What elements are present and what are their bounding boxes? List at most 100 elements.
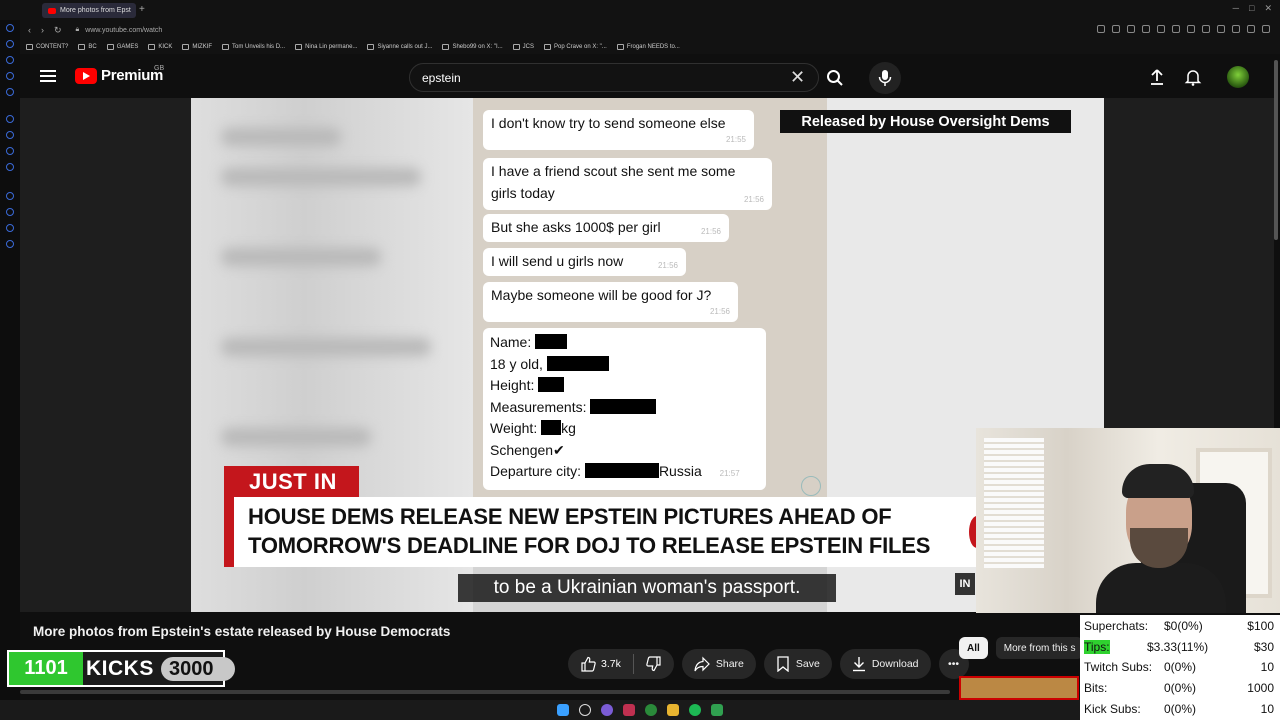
browser-app-icon[interactable] [623, 704, 635, 716]
extension-icon[interactable] [1172, 25, 1180, 33]
sidebar-app-icon[interactable] [6, 56, 14, 64]
sidebar-app-icon[interactable] [6, 131, 14, 139]
file-explorer-icon[interactable] [667, 704, 679, 716]
extension-icon[interactable] [1247, 25, 1255, 33]
extension-icon[interactable] [1217, 25, 1225, 33]
spotify-icon[interactable] [689, 704, 701, 716]
redaction-bar [538, 377, 565, 392]
extension-icon[interactable] [1127, 25, 1135, 33]
chat-bubble: But she asks 1000$ per girl 21:56 [483, 214, 729, 242]
bookmark-item[interactable]: BC [78, 44, 97, 50]
window-blinds [984, 438, 1044, 568]
sidebar-app-icon[interactable] [6, 115, 14, 123]
bookmark-item[interactable]: Frogan NEEDS to... [616, 44, 680, 50]
youtube-favicon-icon [616, 44, 624, 50]
sidebar-app-icon[interactable] [6, 24, 14, 32]
sidebar-app-icon[interactable] [6, 208, 14, 216]
video-player[interactable]: I don't know try to send someone else 21… [191, 98, 1104, 612]
download-button[interactable]: Download [839, 649, 931, 679]
youtube-premium-logo[interactable]: Premium GB [75, 65, 164, 84]
sidebar-app-icon[interactable] [6, 224, 14, 232]
bookmark-item[interactable]: CONTENT? [26, 44, 68, 50]
youtube-favicon-icon [48, 7, 56, 14]
site-favicon-icon [295, 44, 303, 50]
chat-bubble: I have a friend scout she sent me some g… [483, 158, 772, 210]
kicks-count: 1101 [9, 652, 83, 685]
zoom-icon[interactable] [1097, 25, 1105, 33]
browser-tab-bar: More photos from Epst + ─ □ ✕ [0, 0, 1280, 20]
extension-icon[interactable] [1157, 25, 1165, 33]
app-icon[interactable] [711, 704, 723, 716]
avatar[interactable] [1227, 66, 1249, 88]
back-icon[interactable]: ‹ [28, 25, 31, 36]
like-dislike-group: 3.7k [568, 649, 674, 679]
bookmark-item[interactable]: Pop Crave on X: "... [543, 44, 607, 50]
minimize-icon[interactable]: ─ [1233, 3, 1239, 14]
vertical-scrollbar[interactable] [1274, 60, 1278, 240]
new-tab-icon[interactable]: + [139, 4, 145, 15]
browser-sidebar [0, 20, 20, 720]
extension-icon[interactable] [1202, 25, 1210, 33]
search-button[interactable] [820, 63, 850, 92]
extension-icons [1097, 25, 1270, 33]
sidebar-app-icon[interactable] [6, 88, 14, 96]
bookmark-item[interactable]: Nina Lin permane... [295, 44, 357, 50]
site-favicon-icon [222, 44, 230, 50]
clear-search-icon[interactable]: ✕ [790, 67, 805, 87]
extension-icon[interactable] [1262, 25, 1270, 33]
window-controls: ─ □ ✕ [1233, 3, 1272, 14]
kicks-goal: 3000 [161, 657, 235, 681]
upload-icon[interactable] [1148, 68, 1166, 86]
recommended-thumbnail[interactable] [959, 676, 1079, 700]
folder-icon [106, 44, 114, 50]
app-icon[interactable] [601, 704, 613, 716]
chip-all[interactable]: All [959, 637, 988, 659]
sidebar-app-icon[interactable] [6, 240, 14, 248]
horizontal-scrollbar[interactable] [20, 690, 950, 694]
dislike-button[interactable] [634, 656, 674, 672]
sidebar-app-icon[interactable] [6, 147, 14, 155]
maximize-icon[interactable]: □ [1249, 3, 1254, 14]
profile-info-message: Name: 18 y old, Height: Measurements: We… [483, 328, 766, 490]
bookmark-item[interactable]: MIZKIF [182, 44, 212, 50]
sidebar-app-icon[interactable] [6, 72, 14, 80]
site-favicon-icon [367, 44, 375, 50]
menu-icon[interactable] [40, 70, 56, 82]
save-button[interactable]: Save [763, 649, 832, 679]
like-button[interactable]: 3.7k [568, 656, 633, 672]
address-bar: ‹ › ↻ 🔒︎ www.youtube.com/watch [20, 20, 1280, 40]
stat-row: Twitch Subs: 0(0%) 10 [1084, 660, 1274, 674]
bookmark-item[interactable]: Shebo99 on X: "I... [442, 44, 503, 50]
news-headline: HOUSE DEMS RELEASE NEW EPSTEIN PICTURES … [224, 497, 984, 567]
sidebar-app-icon[interactable] [6, 192, 14, 200]
bookmark-item[interactable]: KICK [148, 44, 172, 50]
extension-icon[interactable] [1142, 25, 1150, 33]
share-button[interactable]: Share [681, 649, 756, 679]
bookmark-item[interactable]: JCS [512, 44, 534, 50]
streamer-body [1096, 563, 1226, 613]
search-input[interactable]: epstein [409, 63, 819, 92]
extension-icon[interactable] [1232, 25, 1240, 33]
close-window-icon[interactable]: ✕ [1264, 3, 1272, 14]
browser-tab[interactable]: More photos from Epst [42, 3, 136, 18]
sidebar-app-icon[interactable] [6, 163, 14, 171]
video-letterbox [1104, 98, 1274, 428]
youtube-header: Premium GB epstein ✕ [20, 56, 1274, 98]
sidebar-app-icon[interactable] [6, 40, 14, 48]
bookmark-item[interactable]: Siyanne calls out J... [367, 44, 432, 50]
bookmark-item[interactable]: Tom Unveils his D... [222, 44, 285, 50]
bell-icon[interactable] [1184, 68, 1202, 86]
url-field[interactable]: www.youtube.com/watch [85, 27, 162, 34]
extension-icon[interactable] [1112, 25, 1120, 33]
redaction-bar [584, 463, 659, 478]
app-icon[interactable] [645, 704, 657, 716]
search-icon[interactable] [579, 704, 591, 716]
ticker-tag: IN [955, 573, 975, 595]
start-icon[interactable] [557, 704, 569, 716]
reload-icon[interactable]: ↻ [54, 25, 62, 36]
extension-icon[interactable] [1187, 25, 1195, 33]
chip-more-from-channel[interactable]: More from this s [995, 637, 1084, 659]
voice-search-button[interactable] [869, 62, 901, 94]
forward-icon[interactable]: › [41, 25, 44, 36]
bookmark-item[interactable]: GAMES [106, 44, 138, 50]
